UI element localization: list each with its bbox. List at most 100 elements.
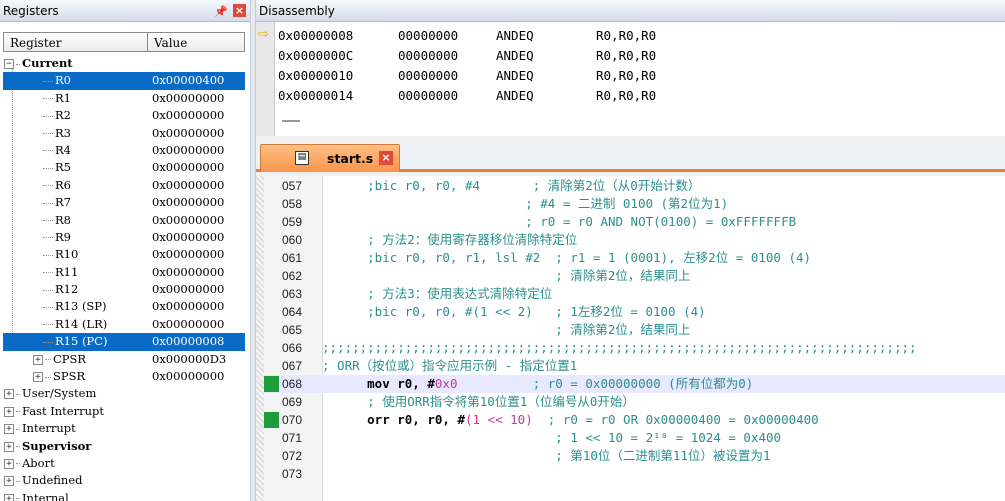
column-header-value[interactable]: Value bbox=[147, 32, 245, 52]
disassembly-panel: Disassembly ⇨ 0x00000008 00000000 ANDEQ R0,… bbox=[256, 0, 1005, 136]
editor-margin bbox=[256, 176, 264, 501]
tab-close-icon[interactable]: × bbox=[379, 151, 393, 165]
register-row[interactable]: R11 0x00000000 bbox=[3, 264, 245, 281]
disassembly-separator bbox=[282, 120, 300, 122]
register-name: Supervisor bbox=[22, 438, 92, 453]
code-token: ; r0 = r0 AND NOT(0100) = 0xFFFFFFFB bbox=[322, 214, 797, 229]
collapse-icon[interactable]: − bbox=[4, 59, 14, 69]
register-value: 0x00000000 bbox=[152, 264, 225, 279]
register-row[interactable]: + CPSR 0x000000D3 bbox=[3, 351, 245, 368]
close-icon[interactable]: × bbox=[233, 4, 246, 17]
register-row[interactable]: + SPSR 0x00000000 bbox=[3, 368, 245, 385]
register-row[interactable]: R3 0x00000000 bbox=[3, 125, 245, 142]
register-row[interactable]: + Supervisor bbox=[3, 438, 245, 455]
register-row[interactable]: R9 0x00000000 bbox=[3, 229, 245, 246]
line-number: 059 bbox=[282, 215, 303, 229]
tab-title: start.s bbox=[327, 151, 374, 166]
code-line[interactable]: 070 orr r0, r0, #(1 << 10) ; r0 = r0 OR … bbox=[264, 411, 1005, 429]
register-row[interactable]: + Fast Interrupt bbox=[3, 403, 245, 420]
register-row[interactable]: + User/System bbox=[3, 385, 245, 402]
register-row[interactable]: R0 0x00000400 bbox=[3, 72, 245, 90]
editor-tab-strip: ▤ start.s × bbox=[256, 142, 1005, 172]
code-line[interactable]: 059 ; r0 = r0 AND NOT(0100) = 0xFFFFFFFB bbox=[264, 213, 1005, 231]
register-value: 0x00000000 bbox=[152, 229, 225, 244]
disassembly-mnemonic: ANDEQ bbox=[496, 48, 534, 63]
code-line[interactable]: 057 ;bic r0, r0, #4 ; 清除第2位（从0开始计数） bbox=[264, 177, 1005, 195]
expand-icon[interactable]: + bbox=[4, 441, 14, 452]
register-row[interactable]: + Abort bbox=[3, 455, 245, 472]
register-name: R13 (SP) bbox=[55, 299, 107, 314]
code-line[interactable]: 067 ; ORR（按位或）指令应用示例 - 指定位置1 bbox=[264, 357, 1005, 375]
code-line[interactable]: 066;;;;;;;;;;;;;;;;;;;;;;;;;;;;;;;;;;;;;… bbox=[264, 339, 1005, 357]
code-text: ; 方法2：使用寄存器移位清除特定位 bbox=[322, 231, 577, 249]
expand-icon[interactable]: + bbox=[4, 389, 14, 400]
register-row[interactable]: R13 (SP) 0x00000000 bbox=[3, 298, 245, 315]
register-row[interactable]: + Internal bbox=[3, 490, 245, 501]
code-line[interactable]: 061 ;bic r0, r0, r1, lsl #2 ; r1 = 1 (00… bbox=[264, 249, 1005, 267]
tree-connector bbox=[16, 63, 20, 65]
code-line[interactable]: 058 ; #4 = 二进制 0100 (第2位为1) bbox=[264, 195, 1005, 213]
disassembly-operands: R0,R0,R0 bbox=[596, 88, 657, 103]
code-line[interactable]: 063 ; 方法3：使用表达式清除特定位 bbox=[264, 285, 1005, 303]
code-line[interactable]: 071 ; 1 << 10 = 2¹⁰ = 1024 = 0x400 bbox=[264, 429, 1005, 447]
code-token: ; 清除第2位，结果同上 bbox=[322, 268, 691, 283]
disassembly-mnemonic: ANDEQ bbox=[496, 88, 534, 103]
register-value: 0x00000000 bbox=[152, 177, 225, 192]
expand-icon[interactable]: + bbox=[4, 476, 14, 487]
pin-icon[interactable]: 📌 bbox=[214, 1, 228, 23]
code-line[interactable]: 072 ; 第10位（二进制第11位）被设置为1 bbox=[264, 447, 1005, 465]
register-name: Abort bbox=[22, 455, 55, 470]
register-value: 0x00000000 bbox=[152, 160, 225, 175]
register-row[interactable]: R4 0x00000000 bbox=[3, 142, 245, 159]
code-token: ; r0 = r0 OR 0x00000400 = 0x00000400 bbox=[532, 412, 819, 427]
register-row[interactable]: + Interrupt bbox=[3, 420, 245, 437]
code-line[interactable]: 060 ; 方法2：使用寄存器移位清除特定位 bbox=[264, 231, 1005, 249]
expand-icon[interactable]: + bbox=[4, 424, 14, 435]
register-row[interactable]: R14 (LR) 0x00000000 bbox=[3, 316, 245, 333]
register-name: R14 (LR) bbox=[55, 316, 108, 331]
tree-connector bbox=[43, 98, 53, 100]
expand-icon[interactable]: + bbox=[33, 372, 43, 383]
disassembly-mnemonic: ANDEQ bbox=[496, 68, 534, 83]
register-name: SPSR bbox=[53, 369, 86, 384]
code-line[interactable]: 064 ;bic r0, r0, #(1 << 2) ; 1左移2位 = 010… bbox=[264, 303, 1005, 321]
code-text: mov r0, #0x0 ; r0 = 0x00000000 (所有位都为0) bbox=[322, 375, 753, 393]
expand-icon[interactable]: + bbox=[4, 493, 14, 501]
disassembly-operands: R0,R0,R0 bbox=[596, 48, 657, 63]
register-name: R10 bbox=[55, 247, 79, 262]
code-line[interactable]: 065 ; 清除第2位，结果同上 bbox=[264, 321, 1005, 339]
register-row[interactable]: R8 0x00000000 bbox=[3, 212, 245, 229]
expand-icon[interactable]: + bbox=[4, 458, 14, 469]
register-row[interactable]: R1 0x00000000 bbox=[3, 90, 245, 107]
code-token: ; r0 = 0x00000000 (所有位都为0) bbox=[457, 376, 754, 391]
expand-icon[interactable]: + bbox=[4, 406, 14, 417]
disassembly-opcode: 00000000 bbox=[398, 88, 459, 103]
code-line[interactable]: 068 mov r0, #0x0 ; r0 = 0x00000000 (所有位都… bbox=[264, 375, 1005, 393]
code-line[interactable]: 073 bbox=[264, 465, 1005, 483]
register-name: R8 bbox=[55, 212, 71, 227]
register-row[interactable]: + Undefined bbox=[3, 472, 245, 489]
register-row[interactable]: R6 0x00000000 bbox=[3, 177, 245, 194]
tab-start-s[interactable]: ▤ start.s × bbox=[260, 144, 400, 172]
registers-title: Registers bbox=[3, 4, 59, 18]
register-row[interactable]: R10 0x00000000 bbox=[3, 246, 245, 263]
register-value: 0x00000000 bbox=[152, 195, 225, 210]
tree-connector bbox=[43, 341, 53, 343]
code-line[interactable]: 062 ; 清除第2位，结果同上 bbox=[264, 267, 1005, 285]
breakpoint-marker-icon[interactable] bbox=[264, 412, 279, 428]
register-row[interactable]: R12 0x00000000 bbox=[3, 281, 245, 298]
register-row[interactable]: R15 (PC) 0x00000008 bbox=[3, 333, 245, 351]
code-line[interactable]: 069 ; 使用ORR指令将第10位置1（位编号从0开始） bbox=[264, 393, 1005, 411]
breakpoint-marker-icon[interactable] bbox=[264, 376, 279, 392]
code-token: (1 << 10) bbox=[465, 412, 533, 427]
column-header-register[interactable]: Register bbox=[3, 32, 148, 52]
register-value: 0x00000000 bbox=[152, 90, 225, 105]
register-row[interactable]: − Current bbox=[3, 55, 245, 72]
code-token: ; #4 = 二进制 0100 (第2位为1) bbox=[322, 196, 729, 211]
expand-icon[interactable]: + bbox=[33, 354, 43, 365]
register-row[interactable]: R7 0x00000000 bbox=[3, 194, 245, 211]
line-number: 067 bbox=[282, 359, 303, 373]
code-area[interactable]: 057 ;bic r0, r0, #4 ; 清除第2位（从0开始计数） 058 ;… bbox=[264, 176, 1005, 501]
register-row[interactable]: R5 0x00000000 bbox=[3, 159, 245, 176]
register-row[interactable]: R2 0x00000000 bbox=[3, 107, 245, 124]
